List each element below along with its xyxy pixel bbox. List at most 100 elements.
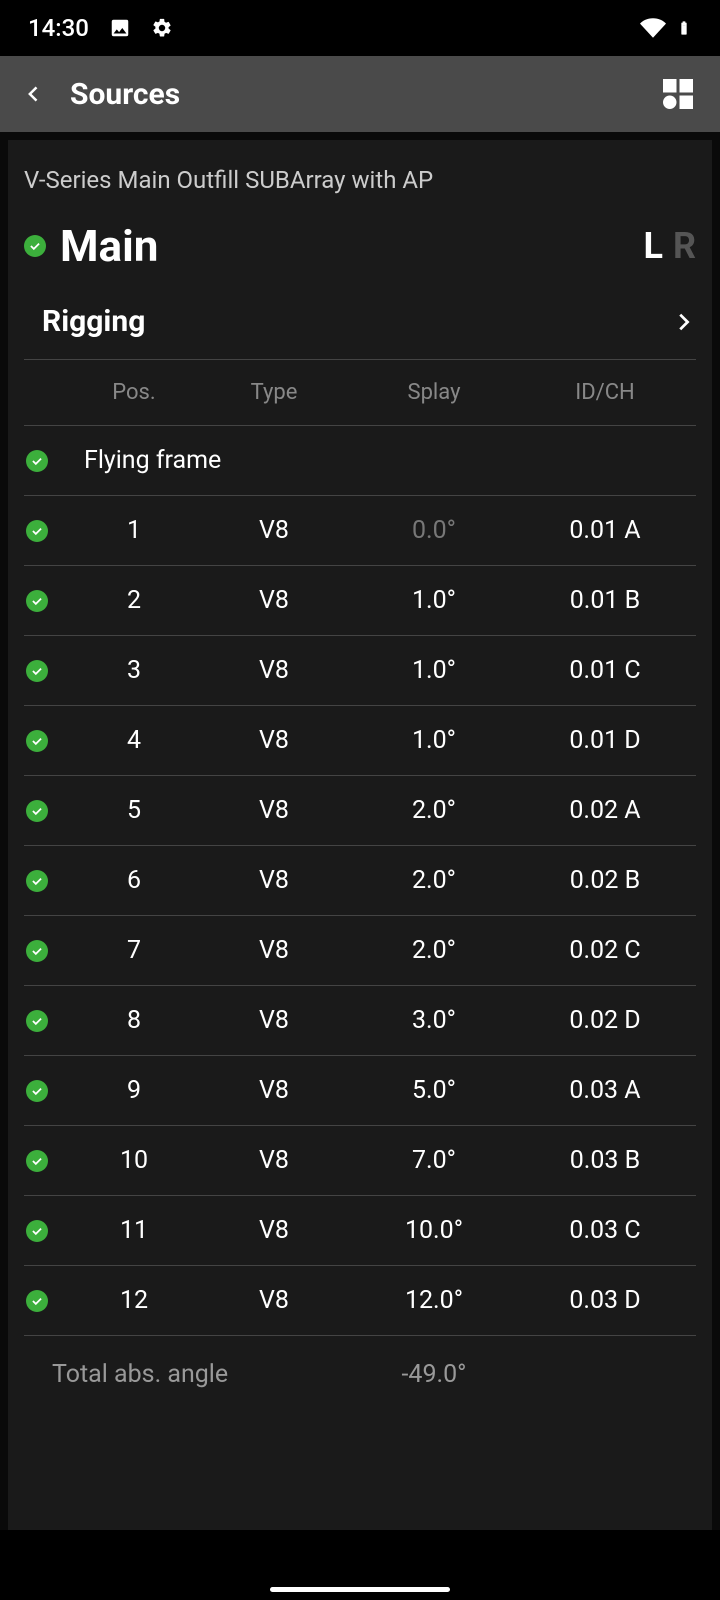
back-icon[interactable]	[24, 84, 44, 104]
cell-pos: 8	[74, 1006, 194, 1035]
status-check-icon	[26, 940, 48, 962]
cell-splay: 12.0°	[354, 1286, 514, 1315]
cell-type: V8	[194, 516, 354, 545]
status-check-icon	[26, 1150, 48, 1172]
table-row[interactable]: 11 V8 10.0° 0.03 C	[24, 1196, 696, 1266]
cell-pos: 12	[74, 1286, 194, 1315]
cell-type: V8	[194, 1076, 354, 1105]
home-indicator[interactable]	[270, 1587, 450, 1592]
status-check-icon	[26, 520, 48, 542]
cell-splay: 10.0°	[354, 1216, 514, 1245]
wifi-icon	[640, 15, 666, 41]
cell-pos: 2	[74, 586, 194, 615]
page-title: Main	[60, 220, 158, 272]
status-bar: 14:30	[0, 0, 720, 56]
total-label: Total abs. angle	[24, 1360, 354, 1389]
cell-splay: 2.0°	[354, 936, 514, 965]
cell-splay: 3.0°	[354, 1006, 514, 1035]
cell-type: V8	[194, 1216, 354, 1245]
header-idch: ID/CH	[514, 380, 696, 405]
chevron-right-icon	[672, 311, 694, 333]
cell-type: V8	[194, 726, 354, 755]
total-value: -49.0°	[354, 1360, 514, 1389]
status-check-icon	[26, 1220, 48, 1242]
status-check-icon	[26, 870, 48, 892]
table-row[interactable]: 2 V8 1.0° 0.01 B	[24, 566, 696, 636]
cell-splay: 1.0°	[354, 726, 514, 755]
status-check-icon	[26, 590, 48, 612]
lr-left[interactable]: L	[643, 225, 662, 267]
cell-pos: 11	[74, 1216, 194, 1245]
cell-pos: 5	[74, 796, 194, 825]
cell-type: V8	[194, 866, 354, 895]
cell-type: V8	[194, 586, 354, 615]
image-icon	[109, 17, 131, 39]
status-check-icon	[26, 1290, 48, 1312]
cell-pos: 7	[74, 936, 194, 965]
cell-splay: 7.0°	[354, 1146, 514, 1175]
cell-type: V8	[194, 1286, 354, 1315]
cell-idch: 0.01 C	[514, 656, 696, 685]
table-row[interactable]: 10 V8 7.0° 0.03 B	[24, 1126, 696, 1196]
cell-pos: 9	[74, 1076, 194, 1105]
cell-idch: 0.02 B	[514, 866, 696, 895]
cell-idch: 0.03 B	[514, 1146, 696, 1175]
status-check-icon	[26, 1010, 48, 1032]
grid-menu-icon[interactable]	[660, 76, 696, 112]
cell-type: V8	[194, 796, 354, 825]
cell-idch: 0.02 C	[514, 936, 696, 965]
cell-type: V8	[194, 936, 354, 965]
cell-pos: 6	[74, 866, 194, 895]
cell-pos: 4	[74, 726, 194, 755]
cell-pos: 3	[74, 656, 194, 685]
status-check-icon	[26, 730, 48, 752]
table-header: Pos. Type Splay ID/CH	[24, 360, 696, 426]
table-row[interactable]: 4 V8 1.0° 0.01 D	[24, 706, 696, 776]
cell-splay: 2.0°	[354, 866, 514, 895]
status-check-icon	[26, 450, 48, 472]
header-splay: Splay	[354, 380, 514, 405]
header-type: Type	[194, 380, 354, 405]
cell-idch: 0.03 A	[514, 1076, 696, 1105]
frame-label: Flying frame	[74, 446, 221, 475]
table-row[interactable]: 5 V8 2.0° 0.02 A	[24, 776, 696, 846]
cell-idch: 0.01 A	[514, 516, 696, 545]
cell-type: V8	[194, 656, 354, 685]
cell-splay: 1.0°	[354, 586, 514, 615]
table-row[interactable]: 3 V8 1.0° 0.01 C	[24, 636, 696, 706]
cell-pos: 10	[74, 1146, 194, 1175]
section-title: Rigging	[26, 304, 145, 339]
table-row[interactable]: 1 V8 0.0° 0.01 A	[24, 496, 696, 566]
cell-idch: 0.03 D	[514, 1286, 696, 1315]
gear-icon	[151, 17, 173, 39]
app-title: Sources	[70, 77, 180, 112]
cell-splay: 5.0°	[354, 1076, 514, 1105]
table-row[interactable]: 8 V8 3.0° 0.02 D	[24, 986, 696, 1056]
table-row[interactable]: 7 V8 2.0° 0.02 C	[24, 916, 696, 986]
section-rigging[interactable]: Rigging	[24, 296, 696, 360]
lr-selector[interactable]: L R	[643, 225, 696, 267]
status-check-icon	[26, 800, 48, 822]
status-check-icon	[26, 1080, 48, 1102]
table-row[interactable]: 6 V8 2.0° 0.02 B	[24, 846, 696, 916]
lr-right[interactable]: R	[673, 225, 696, 267]
cell-idch: 0.02 D	[514, 1006, 696, 1035]
table-row[interactable]: 12 V8 12.0° 0.03 D	[24, 1266, 696, 1336]
cell-splay: 0.0°	[354, 516, 514, 545]
cell-type: V8	[194, 1146, 354, 1175]
status-check-icon	[24, 235, 46, 257]
battery-icon	[676, 16, 692, 40]
table-row[interactable]: 9 V8 5.0° 0.03 A	[24, 1056, 696, 1126]
cell-idch: 0.02 A	[514, 796, 696, 825]
flying-frame-row[interactable]: Flying frame	[24, 426, 696, 496]
cell-splay: 2.0°	[354, 796, 514, 825]
header-pos: Pos.	[74, 380, 194, 405]
total-row: Total abs. angle -49.0°	[24, 1336, 696, 1413]
breadcrumb: V-Series Main Outfill SUBArray with AP	[24, 166, 696, 194]
cell-idch: 0.01 D	[514, 726, 696, 755]
cell-type: V8	[194, 1006, 354, 1035]
status-time: 14:30	[28, 14, 89, 42]
cell-splay: 1.0°	[354, 656, 514, 685]
cell-idch: 0.03 C	[514, 1216, 696, 1245]
app-bar: Sources	[0, 56, 720, 132]
